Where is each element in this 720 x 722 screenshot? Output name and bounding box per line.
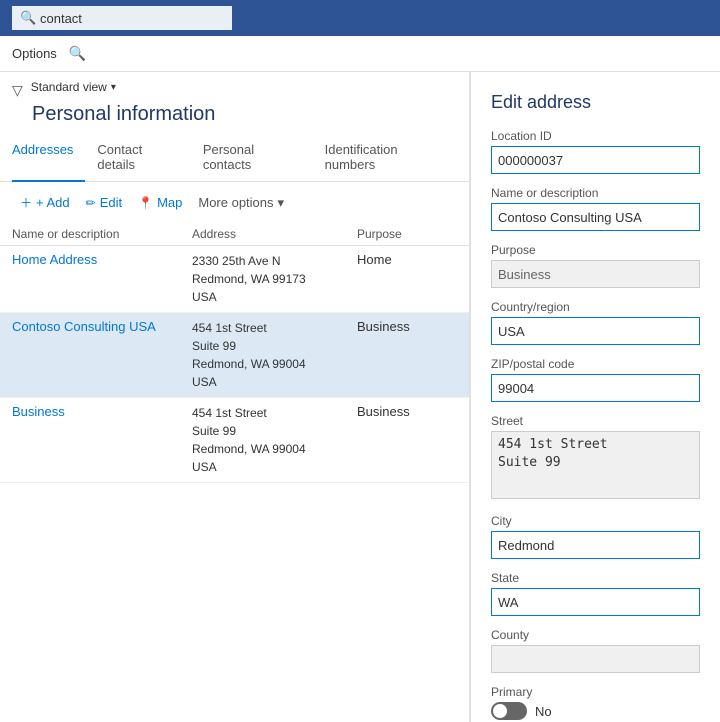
country-group: Country/region — [491, 300, 700, 345]
location-id-input[interactable] — [491, 146, 700, 174]
col-header-purpose: Purpose — [357, 227, 457, 241]
row-address: 454 1st StreetSuite 99Redmond, WA 99004U… — [192, 319, 357, 391]
search-icon: 🔍 — [20, 10, 36, 26]
top-bar: 🔍 — [0, 0, 720, 36]
map-button[interactable]: 📍 Map — [130, 191, 190, 214]
tab-contact-details[interactable]: Contact details — [85, 134, 190, 182]
row-purpose: Business — [357, 319, 457, 334]
state-group: State — [491, 571, 700, 616]
more-options-label: More options — [198, 195, 273, 210]
chevron-down-icon: ▾ — [111, 82, 116, 93]
filter-icon[interactable]: ▽ — [12, 82, 23, 99]
primary-toggle-track[interactable] — [491, 702, 527, 720]
county-input[interactable] — [491, 645, 700, 673]
tabs-bar: Addresses Contact details Personal conta… — [0, 134, 469, 182]
zip-input[interactable] — [491, 374, 700, 402]
edit-button[interactable]: ✏ Edit — [78, 191, 130, 214]
map-icon: 📍 — [138, 196, 153, 210]
filter-area: ▽ Standard view ▾ — [0, 72, 469, 99]
row-name: Business — [12, 404, 192, 419]
location-id-label: Location ID — [491, 129, 700, 143]
primary-toggle-thumb — [493, 704, 507, 718]
table-row[interactable]: Business 454 1st StreetSuite 99Redmond, … — [0, 398, 469, 483]
primary-toggle[interactable] — [491, 702, 527, 720]
table-row[interactable]: Home Address 2330 25th Ave NRedmond, WA … — [0, 246, 469, 313]
map-label: Map — [157, 195, 182, 210]
row-address: 454 1st StreetSuite 99Redmond, WA 99004U… — [192, 404, 357, 476]
row-purpose: Home — [357, 252, 457, 267]
state-label: State — [491, 571, 700, 585]
country-input[interactable] — [491, 317, 700, 345]
view-selector-label: Standard view — [31, 80, 107, 94]
view-selector[interactable]: Standard view ▾ — [31, 80, 116, 94]
zip-label: ZIP/postal code — [491, 357, 700, 371]
table-area: Name or description Address Purpose Home… — [0, 223, 469, 722]
add-icon: ＋ — [20, 194, 32, 211]
purpose-input — [491, 260, 700, 288]
more-options-chevron-icon: ▾ — [278, 195, 285, 211]
add-label: + Add — [36, 195, 70, 210]
primary-toggle-row: No — [491, 702, 700, 720]
search-input[interactable] — [12, 6, 232, 30]
edit-icon: ✏ — [86, 196, 96, 210]
name-group: Name or description — [491, 186, 700, 231]
state-input[interactable] — [491, 588, 700, 616]
primary-toggle-label: No — [535, 704, 552, 719]
purpose-label: Purpose — [491, 243, 700, 257]
zip-group: ZIP/postal code — [491, 357, 700, 402]
purpose-group: Purpose — [491, 243, 700, 288]
edit-label: Edit — [100, 195, 122, 210]
options-bar: Options 🔍 — [0, 36, 720, 72]
page-title: Personal information — [0, 99, 469, 134]
country-label: Country/region — [491, 300, 700, 314]
col-header-name: Name or description — [12, 227, 192, 241]
county-label: County — [491, 628, 700, 642]
table-header: Name or description Address Purpose — [0, 223, 469, 246]
street-input[interactable]: 454 1st Street Suite 99 — [491, 431, 700, 499]
edit-address-panel: Edit address Location ID Name or descrip… — [470, 72, 720, 722]
add-button[interactable]: ＋ + Add — [12, 190, 78, 215]
search-wrapper: 🔍 — [12, 6, 232, 30]
more-options-button[interactable]: More options ▾ — [190, 191, 292, 215]
table-row[interactable]: Contoso Consulting USA 454 1st StreetSui… — [0, 313, 469, 398]
panel-title: Edit address — [491, 92, 700, 113]
tab-addresses[interactable]: Addresses — [12, 134, 85, 182]
primary-label: Primary — [491, 685, 700, 699]
county-group: County — [491, 628, 700, 673]
city-group: City — [491, 514, 700, 559]
street-group: Street 454 1st Street Suite 99 — [491, 414, 700, 502]
primary-group: Primary No — [491, 685, 700, 720]
city-label: City — [491, 514, 700, 528]
main-content: ▽ Standard view ▾ Personal information A… — [0, 72, 720, 722]
options-label: Options — [12, 46, 57, 61]
tab-personal-contacts[interactable]: Personal contacts — [191, 134, 313, 182]
name-label: Name or description — [491, 186, 700, 200]
street-label: Street — [491, 414, 700, 428]
row-purpose: Business — [357, 404, 457, 419]
location-id-group: Location ID — [491, 129, 700, 174]
row-name: Contoso Consulting USA — [12, 319, 192, 334]
row-address: 2330 25th Ave NRedmond, WA 99173USA — [192, 252, 357, 306]
city-input[interactable] — [491, 531, 700, 559]
row-name: Home Address — [12, 252, 192, 267]
col-header-address: Address — [192, 227, 357, 241]
tab-identification-numbers[interactable]: Identification numbers — [313, 134, 457, 182]
toolbar: ＋ + Add ✏ Edit 📍 Map More options ▾ — [0, 182, 469, 223]
name-input[interactable] — [491, 203, 700, 231]
left-panel: ▽ Standard view ▾ Personal information A… — [0, 72, 470, 722]
options-search-icon[interactable]: 🔍 — [69, 45, 86, 62]
